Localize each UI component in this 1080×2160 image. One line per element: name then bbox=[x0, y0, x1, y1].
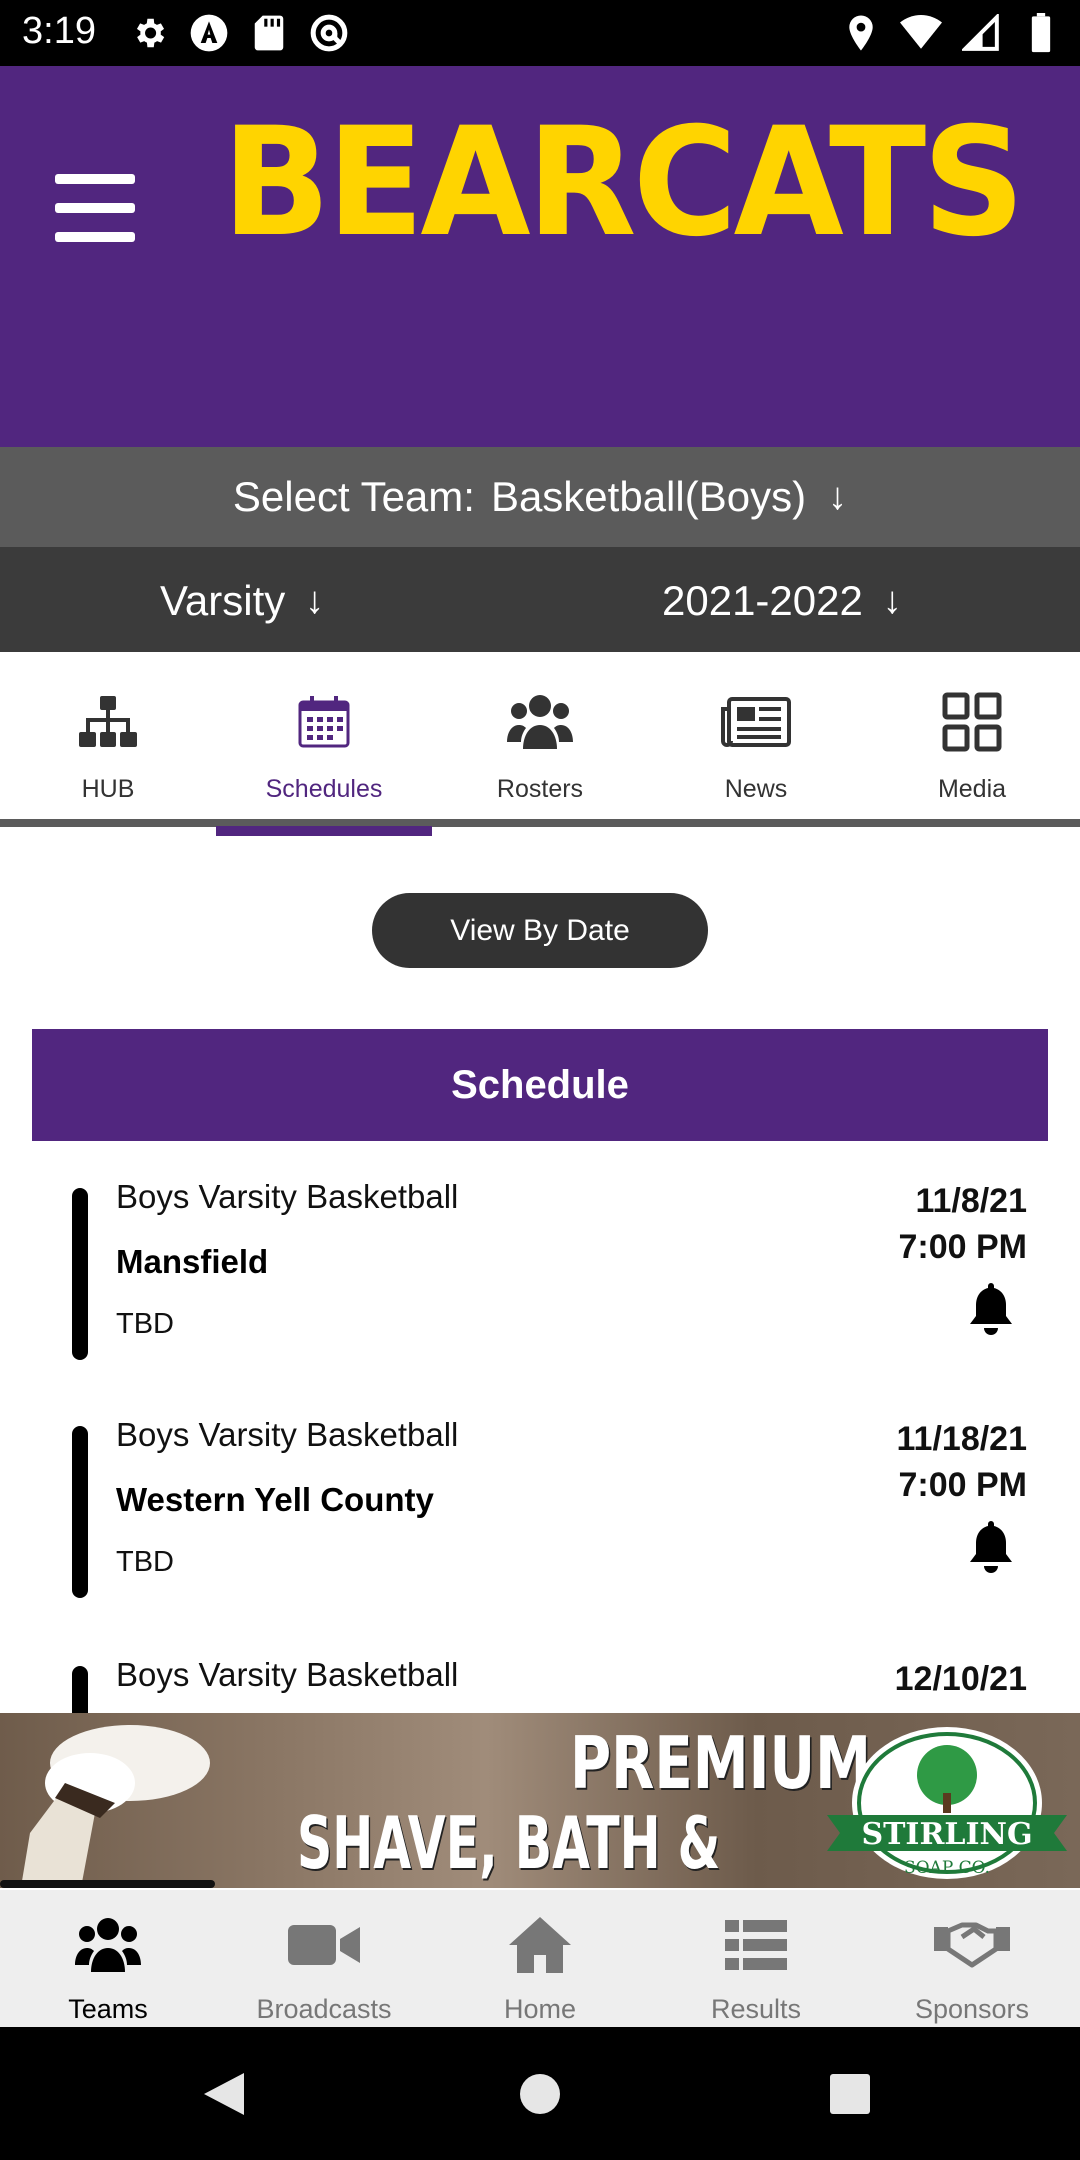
section-tabs: HUB Schedules Rosters News Media bbox=[0, 652, 1080, 827]
view-by-date-button[interactable]: View By Date bbox=[372, 893, 708, 968]
battery-icon bbox=[1020, 12, 1062, 54]
list-item[interactable]: Boys Varsity Basketball Western Yell Cou… bbox=[0, 1416, 1080, 1606]
arrow-down-icon: ↓ bbox=[882, 579, 902, 622]
arrow-down-icon: ↓ bbox=[305, 579, 325, 622]
tab-rosters[interactable]: Rosters bbox=[432, 652, 648, 827]
level-value: Varsity bbox=[160, 577, 286, 624]
nav-home[interactable]: Home bbox=[432, 1890, 648, 2027]
nav-broadcasts[interactable]: Broadcasts bbox=[216, 1890, 432, 2027]
team-selector-label: Select Team: bbox=[232, 473, 475, 520]
video-camera-icon bbox=[216, 1910, 432, 1980]
tab-rosters-label: Rosters bbox=[496, 775, 584, 803]
back-icon[interactable] bbox=[200, 2069, 248, 2124]
svg-text:SOAP CO.: SOAP CO. bbox=[904, 1858, 990, 1878]
team-selector[interactable]: Select Team: Basketball(Boys) ↓ bbox=[0, 447, 1080, 547]
newspaper-icon bbox=[648, 682, 864, 762]
at-circle-icon bbox=[308, 12, 350, 54]
sponsor-ad-banner[interactable]: PREMIUM SHAVE, BATH & BODY STIRLING SOAP… bbox=[0, 1713, 1080, 1888]
hamburger-menu-icon[interactable] bbox=[55, 174, 135, 244]
game-location: TBD bbox=[116, 1308, 174, 1340]
tab-hub-label: HUB bbox=[81, 775, 135, 803]
game-time: 7:00 PM bbox=[898, 1466, 1028, 1504]
tab-news-label: News bbox=[724, 775, 788, 803]
shaving-brush-image bbox=[20, 1723, 210, 1888]
a-circle-icon bbox=[188, 12, 230, 54]
game-indicator-bar bbox=[72, 1188, 88, 1360]
signal-icon bbox=[960, 12, 1002, 54]
game-title: Boys Varsity Basketball bbox=[116, 1416, 459, 1453]
game-date: 11/8/21 bbox=[915, 1182, 1027, 1220]
calendar-icon bbox=[216, 682, 432, 762]
nav-results[interactable]: Results bbox=[648, 1890, 864, 2027]
nav-results-label: Results bbox=[710, 1994, 802, 2024]
tab-schedules[interactable]: Schedules bbox=[216, 652, 432, 827]
team-logo: BEARCATS bbox=[222, 96, 1025, 270]
wifi-icon bbox=[900, 12, 942, 54]
tab-news[interactable]: News bbox=[648, 652, 864, 827]
season-value: 2021-2022 bbox=[662, 577, 863, 624]
app-header: BEARCATS bbox=[0, 66, 1080, 447]
game-date: 11/18/21 bbox=[896, 1420, 1027, 1458]
season-dropdown[interactable]: 2021-2022 ↓ bbox=[662, 577, 902, 625]
group-icon bbox=[432, 682, 648, 762]
active-tab-indicator bbox=[216, 826, 432, 836]
bottom-navigation: Teams Broadcasts Home Results Sponsors bbox=[0, 1890, 1080, 2027]
location-icon bbox=[840, 12, 882, 54]
game-title: Boys Varsity Basketball bbox=[116, 1178, 459, 1215]
bell-icon[interactable] bbox=[966, 1518, 1016, 1574]
org-chart-icon bbox=[0, 682, 216, 762]
home-circle-icon[interactable] bbox=[518, 2072, 562, 2121]
stirling-soap-logo: STIRLING SOAP CO. bbox=[822, 1723, 1072, 1883]
nav-teams-label: Teams bbox=[68, 1994, 148, 2024]
game-indicator-bar bbox=[72, 1666, 88, 1713]
game-location: TBD bbox=[116, 1546, 174, 1578]
arrow-down-icon: ↓ bbox=[828, 475, 848, 518]
game-date: 12/10/21 bbox=[894, 1660, 1027, 1698]
game-time: 7:00 PM bbox=[898, 1228, 1028, 1266]
list-item[interactable]: Boys Varsity Basketball 12/10/21 bbox=[0, 1656, 1080, 1713]
list-item[interactable]: Boys Varsity Basketball Mansfield TBD 11… bbox=[0, 1178, 1080, 1368]
bell-icon[interactable] bbox=[966, 1280, 1016, 1336]
group-icon bbox=[0, 1910, 216, 1980]
game-title: Boys Varsity Basketball bbox=[116, 1656, 459, 1693]
sd-card-icon bbox=[248, 12, 290, 54]
nav-teams[interactable]: Teams bbox=[0, 1890, 216, 2027]
filter-row: Varsity ↓ 2021-2022 ↓ bbox=[0, 547, 1080, 652]
level-dropdown[interactable]: Varsity ↓ bbox=[160, 577, 324, 625]
status-time: 3:19 bbox=[22, 10, 96, 52]
gear-icon bbox=[128, 12, 170, 54]
recents-icon[interactable] bbox=[829, 2073, 871, 2120]
schedule-header: Schedule bbox=[32, 1029, 1048, 1141]
nav-broadcasts-label: Broadcasts bbox=[256, 1994, 392, 2024]
game-opponent: Mansfield bbox=[116, 1243, 269, 1280]
nav-sponsors-label: Sponsors bbox=[914, 1994, 1030, 2024]
status-bar: 3:19 bbox=[0, 0, 1080, 66]
nav-sponsors[interactable]: Sponsors bbox=[864, 1890, 1080, 2027]
team-selector-value: Basketball(Boys) bbox=[490, 473, 807, 520]
grid-icon bbox=[864, 682, 1080, 762]
nav-home-label: Home bbox=[503, 1994, 577, 2024]
ad-subheadline: SHAVE, BATH & BODY bbox=[297, 1801, 721, 1888]
tab-media[interactable]: Media bbox=[864, 652, 1080, 827]
list-icon bbox=[648, 1910, 864, 1980]
svg-text:STIRLING: STIRLING bbox=[861, 1817, 1032, 1852]
tab-hub[interactable]: HUB bbox=[0, 652, 216, 827]
tab-media-label: Media bbox=[937, 775, 1007, 803]
game-opponent: Western Yell County bbox=[116, 1481, 434, 1518]
tab-schedules-label: Schedules bbox=[265, 775, 383, 803]
handshake-icon bbox=[864, 1910, 1080, 1980]
home-icon bbox=[432, 1910, 648, 1980]
ad-scroll-indicator bbox=[0, 1880, 215, 1888]
system-navigation-bar bbox=[0, 2027, 1080, 2160]
game-indicator-bar bbox=[72, 1426, 88, 1598]
